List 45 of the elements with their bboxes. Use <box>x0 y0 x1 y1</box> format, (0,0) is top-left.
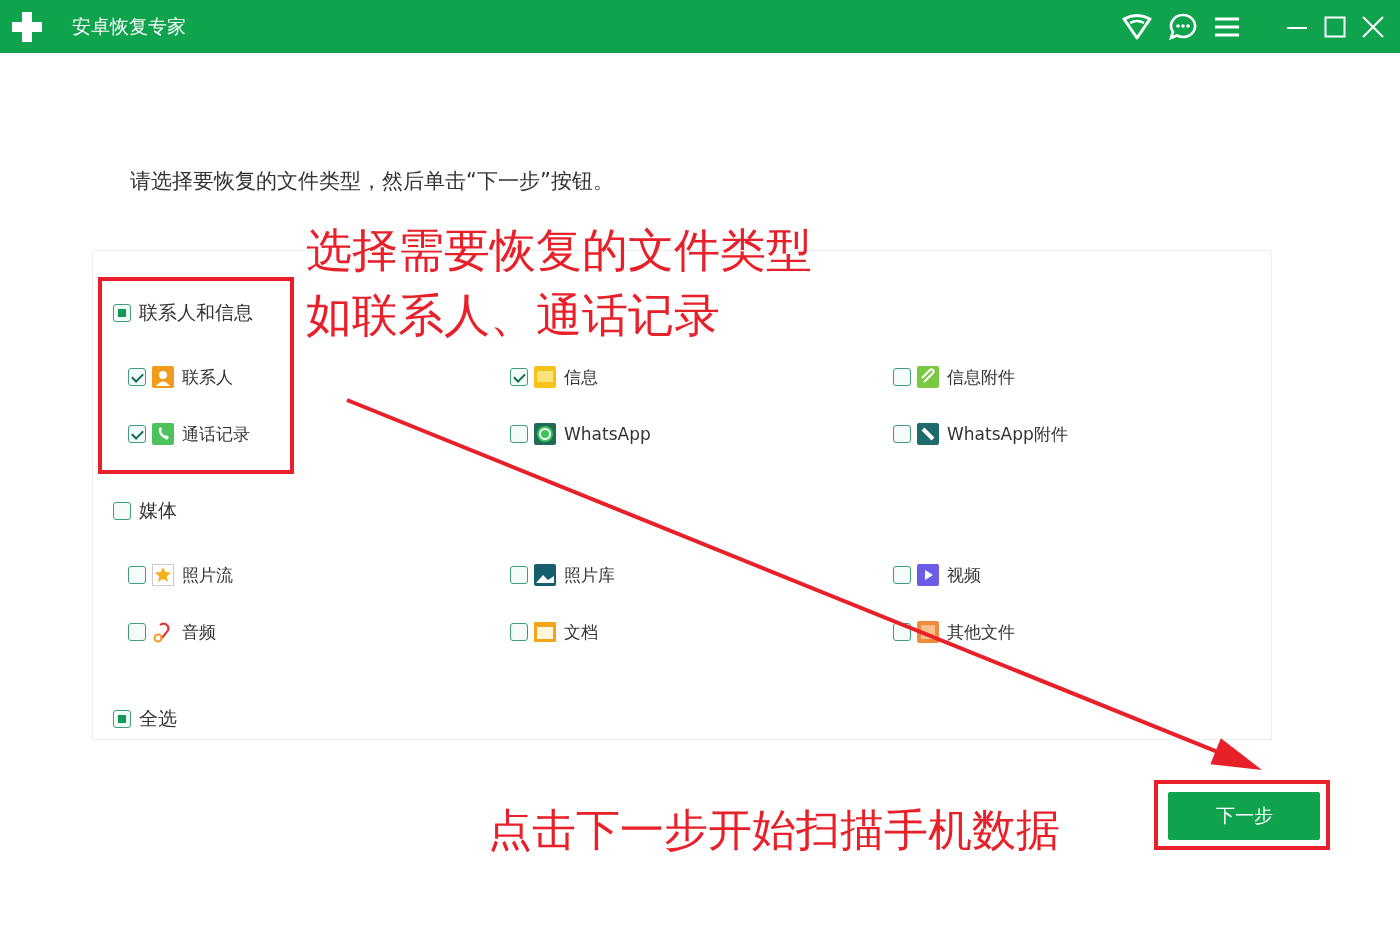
checkbox[interactable] <box>128 623 146 641</box>
group-label: 媒体 <box>139 498 177 523</box>
play-icon <box>917 564 939 586</box>
annotation-text: 选择需要恢复的文件类型 <box>306 222 812 278</box>
group-label: 联系人和信息 <box>139 300 253 325</box>
checkbox[interactable] <box>510 425 528 443</box>
instruction-text: 请选择要恢复的文件类型，然后单击“下一步”按钮。 <box>130 168 615 195</box>
option-label: 照片库 <box>564 563 615 587</box>
phone-icon <box>152 423 174 445</box>
option-label: 信息附件 <box>947 365 1015 389</box>
checkbox[interactable] <box>893 368 911 386</box>
plus-logo-icon <box>10 9 44 44</box>
checkbox[interactable] <box>893 425 911 443</box>
checkbox[interactable] <box>510 623 528 641</box>
option-label: 联系人 <box>182 365 233 389</box>
checkbox[interactable] <box>128 566 146 584</box>
option-label: 视频 <box>947 563 981 587</box>
checkbox[interactable] <box>893 566 911 584</box>
annotation-text: 如联系人、通话记录 <box>306 287 720 343</box>
checkbox[interactable] <box>128 425 146 443</box>
option-label: 照片流 <box>182 563 233 587</box>
image-icon <box>534 564 556 586</box>
option-label: WhatsApp附件 <box>947 422 1068 446</box>
wifi-icon[interactable] <box>1122 13 1152 40</box>
maximize-icon[interactable] <box>1324 15 1346 38</box>
window-title: 安卓恢复专家 <box>72 13 186 39</box>
next-button[interactable]: 下一步 <box>1168 792 1320 840</box>
option-label: 其他文件 <box>947 620 1015 644</box>
checkbox[interactable] <box>128 368 146 386</box>
checkbox[interactable] <box>510 368 528 386</box>
select-all-checkbox[interactable] <box>113 710 131 728</box>
folder-icon <box>534 621 556 643</box>
option-label: WhatsApp <box>564 424 651 444</box>
annotation-text: 点击下一步开始扫描手机数据 <box>488 803 1060 857</box>
option-label: 音频 <box>182 620 216 644</box>
option-label: 信息 <box>564 365 598 389</box>
checkbox[interactable] <box>510 566 528 584</box>
group-checkbox[interactable] <box>113 304 131 322</box>
option-label: 文档 <box>564 620 598 644</box>
select-all-label: 全选 <box>139 706 177 731</box>
menu-icon[interactable] <box>1214 16 1240 37</box>
option-label: 通话记录 <box>182 422 250 446</box>
person-icon <box>152 366 174 388</box>
close-icon[interactable] <box>1362 15 1384 38</box>
group-checkbox[interactable] <box>113 502 131 520</box>
